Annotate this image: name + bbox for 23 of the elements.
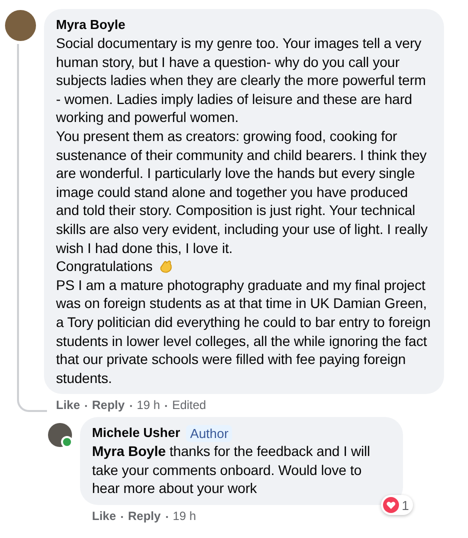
author-name[interactable]: Michele Usher bbox=[92, 424, 180, 442]
reply-link[interactable]: Reply bbox=[92, 398, 125, 414]
separator-dot bbox=[130, 404, 132, 407]
comment-text: Congratulations bbox=[56, 257, 153, 276]
comment-text: You present them as creators: growing food, cooking for sustenance of their community and child bearers. I think they are wonderful. I particularly love the hands but every single image could stand alone and together you have produced and told their story. Composition is just right. Your technical skills are also very evident, including your use of light. I really wish I had done this, I love it. bbox=[56, 126, 428, 258]
clapping-hands-icon bbox=[158, 258, 173, 274]
comment-text: Myra Boyle thanks for the feedback and I will take your comments onboard. Would love to hear more about your work bbox=[92, 442, 371, 498]
edited-label: Edited bbox=[172, 398, 206, 414]
reply-link[interactable]: Reply bbox=[128, 509, 161, 524]
comment-text: Social documentary is my genre too. Your images tell a very human story, but I have a question- why do you call your subjects ladies when they are clearly the more powerful term - women. Ladies imply ladies of leisure and these are hard working and powerful women. bbox=[56, 34, 427, 127]
separator-dot bbox=[166, 516, 168, 518]
separator-dot bbox=[165, 404, 168, 407]
comment-text: PS I am a mature photography graduate and my final project was on foreign students as at that time in UK Damian Green, a Tory politician did everything he could to bar entry to foreign students in lower level colleges, all the while ignoring the fact that our private schools were filled with fee paying foreign students. bbox=[56, 276, 432, 388]
author-badge: Author bbox=[186, 424, 232, 442]
separator-dot bbox=[85, 404, 88, 407]
author-name[interactable]: Myra Boyle bbox=[56, 16, 126, 34]
avatar[interactable] bbox=[5, 10, 36, 41]
timestamp[interactable]: 19 h bbox=[172, 509, 196, 524]
like-link[interactable]: Like bbox=[56, 398, 80, 414]
like-link[interactable]: Like bbox=[92, 509, 116, 524]
reaction-count[interactable]: 1 bbox=[380, 495, 413, 516]
timestamp[interactable]: 19 h bbox=[136, 398, 160, 414]
separator-dot bbox=[121, 516, 124, 518]
